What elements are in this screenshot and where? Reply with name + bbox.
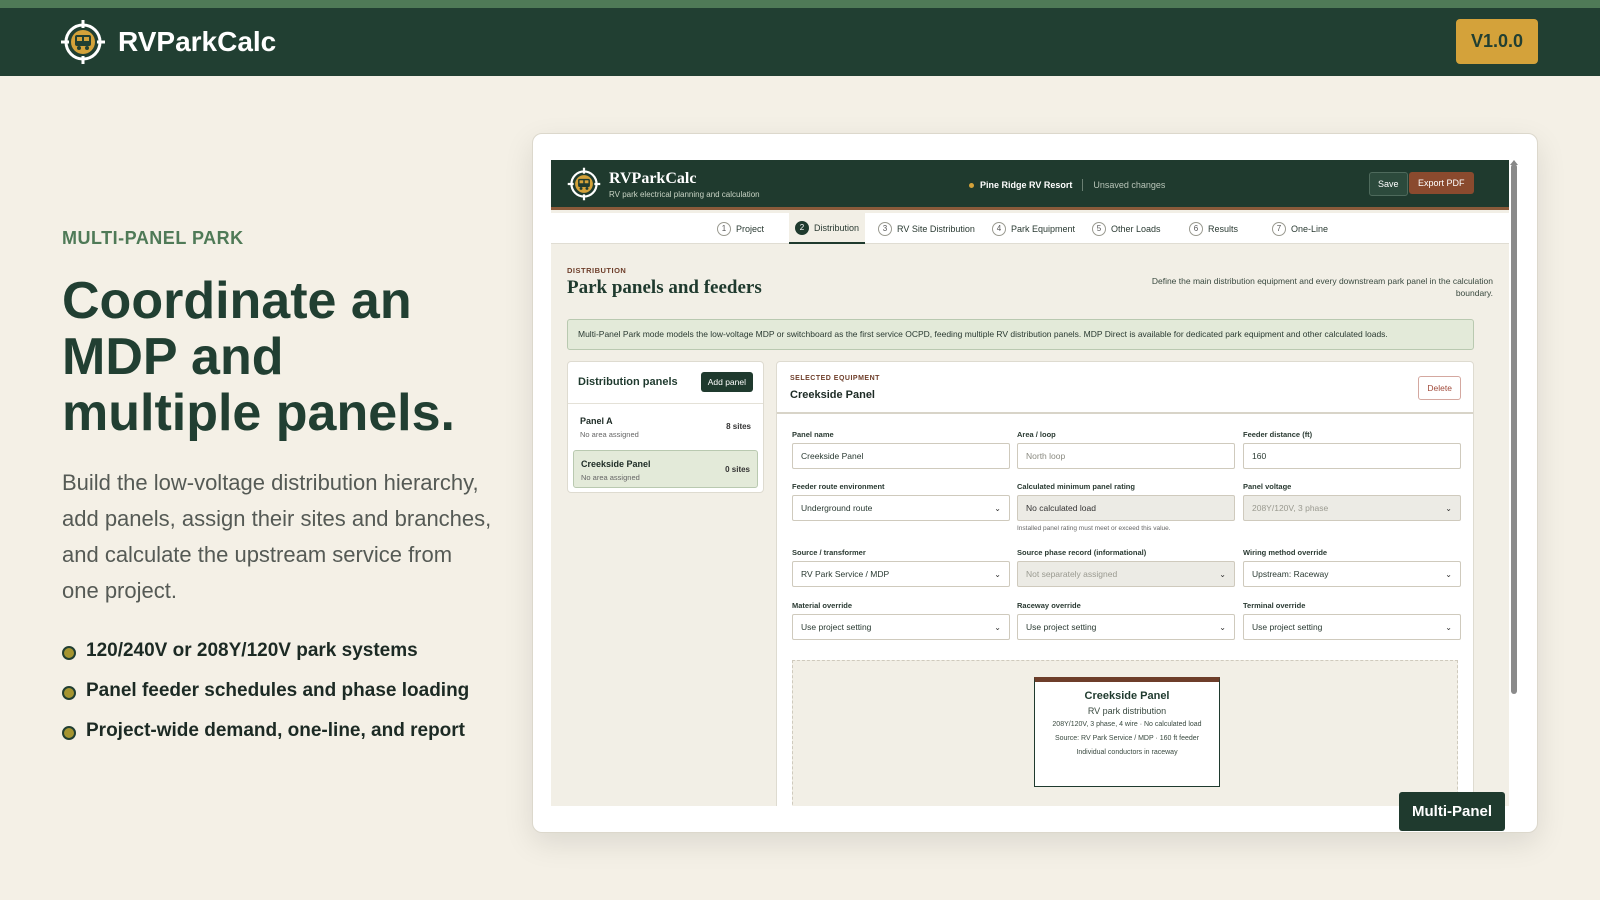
distribution-panels-card: Distribution panels Add panel Panel A No… (567, 361, 764, 493)
tab-rv-site-distribution[interactable]: 3 RV Site Distribution (872, 213, 981, 244)
app-header: RVParkCalc RV park electrical planning a… (551, 160, 1509, 210)
section-description: Define the main distribution equipment a… (1151, 276, 1493, 298)
min-rating-hint: Installed panel rating must meet or exce… (1017, 525, 1171, 532)
terminal-override-select[interactable]: Use project setting ⌄ (1243, 614, 1461, 640)
one-line-preview: Creekside Panel RV park distribution 208… (792, 660, 1458, 806)
brand[interactable]: RVParkCalc (60, 19, 276, 65)
tab-project[interactable]: 1 Project (711, 213, 770, 244)
chevron-down-icon: ⌄ (994, 569, 1001, 579)
top-accent-strip (0, 0, 1600, 8)
mode-badge: Multi-Panel (1399, 792, 1506, 831)
chevron-down-icon: ⌄ (1219, 622, 1226, 632)
detail-header: SELECTED EQUIPMENT Creekside Panel Delet… (777, 362, 1473, 414)
wiring-override-field: Wiring method override Upstream: Raceway… (1243, 548, 1461, 587)
material-override-select[interactable]: Use project setting ⌄ (792, 614, 1010, 640)
tab-results[interactable]: 6 Results (1183, 213, 1244, 244)
diagram-line: Source: RV Park Service / MDP · 160 ft f… (1054, 735, 1200, 742)
version-badge: V1.0.0 (1455, 19, 1538, 64)
source-field: Source / transformer RV Park Service / M… (792, 548, 1010, 587)
raceway-override-select[interactable]: Use project setting ⌄ (1017, 614, 1235, 640)
scrollbar-thumb[interactable] (1511, 164, 1517, 694)
area-field: Area / loop North loop (1017, 430, 1235, 469)
list-item[interactable]: Panel A No area assigned 8 sites (573, 408, 758, 446)
panel-list: Panel A No area assigned 8 sites Creeksi… (568, 403, 763, 488)
area-input[interactable]: North loop (1017, 443, 1235, 469)
selected-equipment-card: SELECTED EQUIPMENT Creekside Panel Delet… (776, 361, 1474, 806)
feature-item: Panel feeder schedules and phase loading (62, 671, 492, 711)
chevron-down-icon: ⌄ (994, 503, 1001, 513)
chevron-down-icon: ⌄ (1445, 622, 1452, 632)
project-indicator: Pine Ridge RV Resort Unsaved changes (969, 179, 1165, 191)
feeder-distance-field: Feeder distance (ft) 160 (1243, 430, 1461, 469)
chevron-down-icon: ⌄ (1445, 503, 1452, 513)
rv-logo-icon (567, 167, 601, 201)
hero-section: MULTI-PANEL PARK Coordinate an MDP and m… (62, 228, 492, 751)
rv-logo-icon (61, 20, 105, 64)
list-item-selected[interactable]: Creekside Panel No area assigned 0 sites (573, 450, 758, 488)
wiring-override-select[interactable]: Upstream: Raceway ⌄ (1243, 561, 1461, 587)
panel-name-field: Panel name Creekside Panel (792, 430, 1010, 469)
tab-park-equipment[interactable]: 4 Park Equipment (986, 213, 1081, 244)
app-screenshot-frame: RVParkCalc RV park electrical planning a… (532, 133, 1538, 833)
tab-distribution[interactable]: 2 Distribution (789, 213, 866, 244)
section-eyebrow: DISTRIBUTION (567, 266, 627, 275)
hero-subtitle: Build the low-voltage distribution hiera… (62, 470, 492, 603)
min-rating-output: No calculated load (1017, 495, 1235, 521)
save-status: Unsaved changes (1093, 180, 1166, 190)
delete-button[interactable]: Delete (1418, 376, 1461, 400)
min-rating-field: Calculated minimum panel rating No calcu… (1017, 482, 1235, 532)
panel-voltage-select: 208Y/120V, 3 phase ⌄ (1243, 495, 1461, 521)
tab-other-loads[interactable]: 5 Other Loads (1086, 213, 1167, 244)
diagram-line: Individual conductors in raceway (1076, 749, 1178, 756)
bullet-dot-icon (62, 686, 76, 700)
app-window: RVParkCalc RV park electrical planning a… (551, 160, 1509, 806)
bullet-dot-icon (62, 646, 76, 660)
source-select[interactable]: RV Park Service / MDP ⌄ (792, 561, 1010, 587)
feature-item: Project-wide demand, one-line, and repor… (62, 711, 492, 751)
panel-name-input[interactable]: Creekside Panel (792, 443, 1010, 469)
panel-diagram-card[interactable]: Creekside Panel RV park distribution 208… (1034, 677, 1220, 787)
section-title: Park panels and feeders (567, 277, 762, 298)
divider (1082, 179, 1084, 191)
info-note: Multi-Panel Park mode models the low-vol… (567, 319, 1474, 350)
panels-title: Distribution panels (578, 376, 678, 388)
export-pdf-button[interactable]: Export PDF (1409, 172, 1474, 194)
raceway-override-field: Raceway override Use project setting ⌄ (1017, 601, 1235, 640)
status-dot-icon (969, 182, 974, 188)
feature-item: 120/240V or 208Y/120V park systems (62, 631, 492, 671)
chevron-down-icon: ⌄ (1219, 569, 1226, 579)
add-panel-button[interactable]: Add panel (700, 372, 753, 392)
diagram-subtitle: RV park distribution (1087, 706, 1167, 716)
diagram-title: Creekside Panel (1084, 690, 1170, 702)
chevron-down-icon: ⌄ (994, 622, 1001, 632)
material-override-field: Material override Use project setting ⌄ (792, 601, 1010, 640)
bullet-dot-icon (62, 726, 76, 740)
app-brand[interactable]: RVParkCalc RV park electrical planning a… (567, 167, 760, 201)
hero-eyebrow: MULTI-PANEL PARK (62, 228, 244, 248)
detail-eyebrow: SELECTED EQUIPMENT (790, 375, 880, 382)
panel-voltage-field: Panel voltage 208Y/120V, 3 phase ⌄ (1243, 482, 1461, 521)
phase-record-field: Source phase record (informational) Not … (1017, 548, 1235, 587)
app-tagline: RV park electrical planning and calculat… (609, 189, 760, 199)
chevron-down-icon: ⌄ (1445, 569, 1452, 579)
detail-title: Creekside Panel (790, 389, 875, 401)
save-button[interactable]: Save (1369, 172, 1408, 196)
project-name: Pine Ridge RV Resort (980, 180, 1073, 190)
diagram-line: 208Y/120V, 3 phase, 4 wire · No calculat… (1052, 721, 1202, 728)
step-tabs: 1 Project 2 Distribution 3 RV Site Distribu… (551, 213, 1509, 244)
tab-one-line[interactable]: 7 One-Line (1266, 213, 1334, 244)
route-environment-select[interactable]: Underground route ⌄ (792, 495, 1010, 521)
site-header: RVParkCalc V1.0.0 (0, 8, 1600, 76)
phase-record-select: Not separately assigned ⌄ (1017, 561, 1235, 587)
feeder-distance-input[interactable]: 160 (1243, 443, 1461, 469)
app-title: RVParkCalc (609, 169, 697, 187)
route-environment-field: Feeder route environment Underground rou… (792, 482, 1010, 521)
terminal-override-field: Terminal override Use project setting ⌄ (1243, 601, 1461, 640)
feature-list: 120/240V or 208Y/120V park systems Panel… (62, 631, 492, 751)
hero-headline: Coordinate an MDP and multiple panels. (62, 272, 455, 442)
brand-name: RVParkCalc (118, 26, 277, 57)
